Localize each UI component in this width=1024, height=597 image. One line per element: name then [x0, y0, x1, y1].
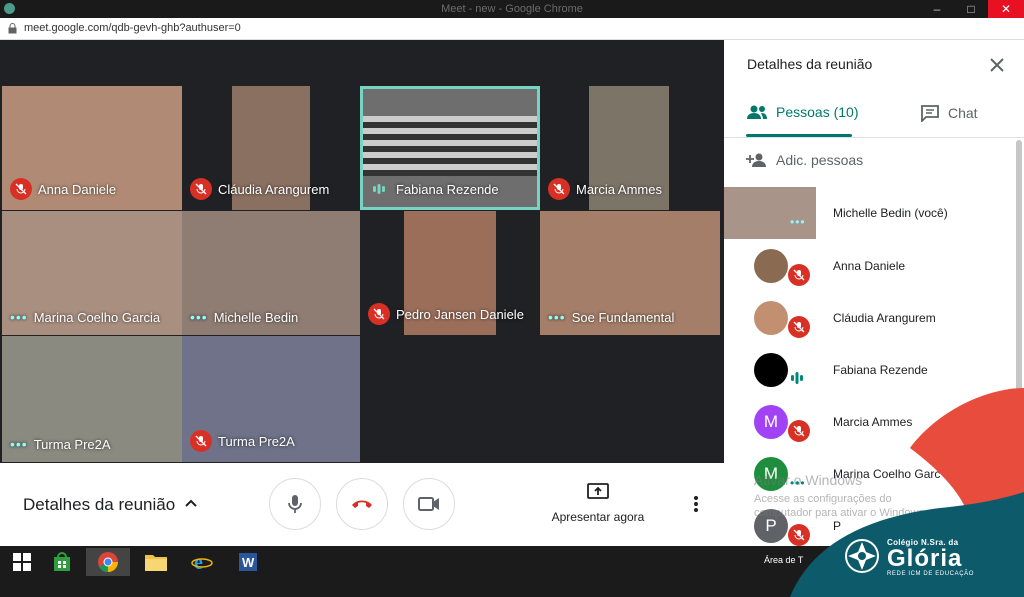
people-icon: [747, 105, 767, 119]
chrome-taskbar-button[interactable]: [86, 548, 130, 576]
word-icon: W: [239, 553, 257, 571]
window-title: Meet - new - Google Chrome: [441, 3, 583, 15]
participant-tile[interactable]: ••• Marina Coelho Garcia: [2, 211, 182, 335]
participant-name: Marcia Ammes: [576, 181, 662, 197]
tab-people-label: Pessoas (10): [776, 104, 859, 120]
present-now-label: Apresentar agora: [551, 510, 645, 524]
tab-chat-label: Chat: [948, 105, 978, 121]
hang-up-icon: [352, 500, 372, 508]
participant-list-item[interactable]: ••• Michelle Bedin (você): [724, 187, 1024, 239]
folder-icon: [145, 555, 167, 571]
participant-tile[interactable]: ••• Michelle Bedin: [182, 211, 360, 335]
speaking-icon: [368, 178, 390, 200]
audio-dots-icon: •••: [10, 436, 28, 452]
participant-name: Cláudia Arangurem: [833, 311, 936, 325]
mic-off-icon: [548, 178, 570, 200]
mic-off-icon: [190, 178, 212, 200]
avatar: [754, 249, 788, 283]
panel-title: Detalhes da reunião: [747, 56, 873, 72]
participant-name: Anna Daniele: [38, 181, 117, 197]
mic-off-icon: [788, 316, 810, 338]
participant-name: Cláudia Arangurem: [218, 181, 330, 197]
participant-tile[interactable]: Turma Pre2A: [182, 336, 360, 462]
chrome-icon: [98, 552, 118, 573]
add-people-button[interactable]: Adic. pessoas: [746, 152, 863, 168]
participant-name: Michelle Bedin: [213, 309, 299, 325]
participant-list-item[interactable]: Anna Daniele: [724, 240, 1024, 292]
browser-titlebar: Meet - new - Google Chrome – □ ✕: [0, 0, 1024, 18]
school-logo-icon: [845, 539, 879, 573]
participant-tile[interactable]: Fabiana Rezende: [360, 86, 540, 210]
svg-text:W: W: [242, 555, 255, 570]
video-grid: Anna Daniele Cláudia Arangurem Fabiana R…: [0, 40, 724, 463]
participant-name: Anna Daniele: [833, 259, 906, 273]
participant-tile[interactable]: ••• Soe Fundamental: [540, 211, 720, 335]
tab-chat[interactable]: Chat: [920, 104, 978, 122]
brand-subtitle: REDE ICM DE EDUCAÇÃO: [887, 571, 975, 577]
mic-off-icon: [190, 430, 212, 452]
school-brand-text: Colégio N.Sra. da Glória REDE ICM DE EDU…: [887, 538, 974, 577]
audio-dots-icon: •••: [548, 309, 566, 325]
internet-explorer-icon: e: [191, 552, 213, 573]
camera-button[interactable]: [403, 478, 455, 530]
participant-name: Michelle Bedin (você): [833, 206, 948, 220]
chevron-up-icon[interactable]: [184, 496, 198, 510]
brand-name: Glória: [887, 545, 963, 572]
maximize-button[interactable]: □: [954, 0, 988, 18]
add-person-icon: [746, 153, 766, 167]
avatar: M: [754, 405, 788, 439]
participant-tile[interactable]: Pedro Jansen Daniele: [360, 211, 540, 335]
camera-icon: [418, 497, 439, 511]
speaking-icon: [791, 372, 803, 384]
lock-icon: [8, 23, 17, 34]
file-explorer-taskbar-button[interactable]: [134, 548, 178, 576]
more-options-icon[interactable]: [688, 495, 704, 513]
participant-name: Soe Fundamental: [571, 309, 675, 325]
meeting-controls-bar: Detalhes da reunião Apresentar agora: [0, 463, 724, 546]
audio-dots-icon: •••: [190, 309, 208, 325]
word-taskbar-button[interactable]: W: [226, 548, 270, 576]
store-taskbar-button[interactable]: [40, 548, 84, 576]
participant-tile[interactable]: Anna Daniele: [2, 86, 182, 210]
audio-dots-icon: •••: [790, 215, 806, 229]
microphone-icon: [288, 495, 302, 513]
svg-text:e: e: [194, 552, 203, 573]
url-text[interactable]: meet.google.com/qdb-gevh-ghb?authuser=0: [24, 22, 241, 34]
participant-tile[interactable]: ••• Turma Pre2A: [2, 336, 182, 462]
participant-tile[interactable]: Cláudia Arangurem: [182, 86, 360, 210]
mic-off-icon: [10, 178, 32, 200]
divider: [724, 137, 1024, 138]
present-screen-icon: [587, 483, 609, 499]
present-now-button[interactable]: Apresentar agora: [548, 483, 648, 524]
windows-logo-icon: [13, 553, 31, 571]
add-people-label: Adic. pessoas: [776, 152, 864, 168]
microphone-button[interactable]: [269, 478, 321, 530]
participant-name: Turma Pre2A: [218, 433, 295, 449]
start-button[interactable]: [0, 548, 44, 576]
mic-off-icon: [368, 303, 390, 325]
close-icon[interactable]: [988, 56, 1006, 74]
participant-name: Fabiana Rezende: [396, 181, 499, 197]
participant-name: Fabiana Rezende: [833, 363, 928, 377]
participant-list-item[interactable]: Cláudia Arangurem: [724, 292, 1024, 344]
avatar: [754, 301, 788, 335]
close-window-button[interactable]: ✕: [988, 0, 1024, 18]
participant-name: Pedro Jansen Daniele: [396, 306, 524, 322]
chat-icon: [921, 105, 939, 122]
store-icon: [54, 552, 70, 571]
participant-name: Marina Coelho Garcia: [33, 309, 161, 325]
tab-people[interactable]: Pessoas (10): [746, 104, 858, 120]
internet-explorer-taskbar-button[interactable]: e: [180, 548, 224, 576]
participant-name: Turma Pre2A: [33, 436, 111, 452]
minimize-button[interactable]: –: [920, 0, 954, 18]
audio-dots-icon: •••: [10, 309, 28, 325]
address-bar[interactable]: meet.google.com/qdb-gevh-ghb?authuser=0: [0, 18, 1024, 40]
participant-tile[interactable]: Marcia Ammes: [540, 86, 720, 210]
mic-off-icon: [788, 264, 810, 286]
meeting-details-toggle[interactable]: Detalhes da reunião: [23, 495, 175, 515]
self-video-thumb: [724, 187, 816, 239]
leave-call-button[interactable]: [336, 478, 388, 530]
avatar: [754, 353, 788, 387]
